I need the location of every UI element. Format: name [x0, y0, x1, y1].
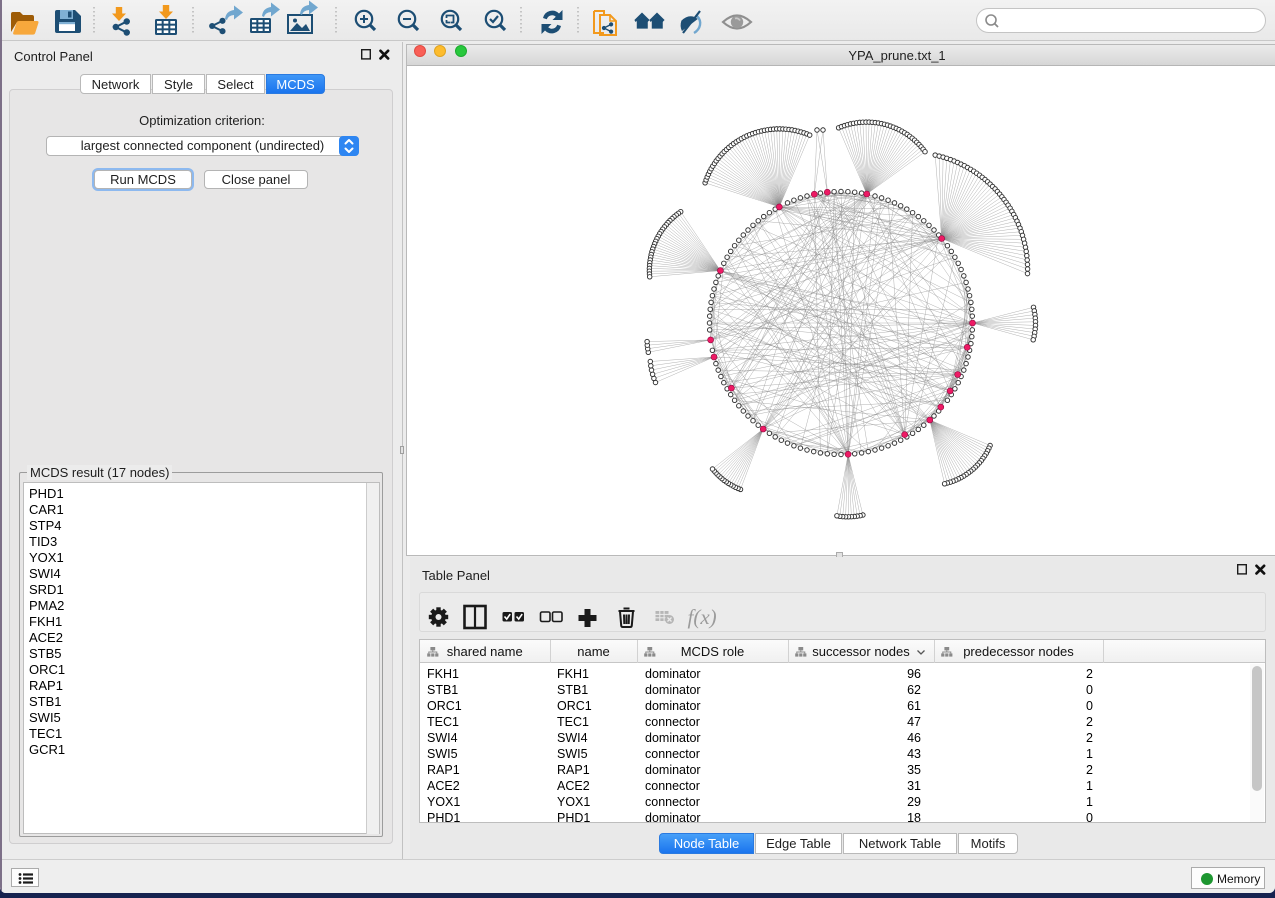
svg-text:f(x): f(x)	[688, 605, 717, 629]
